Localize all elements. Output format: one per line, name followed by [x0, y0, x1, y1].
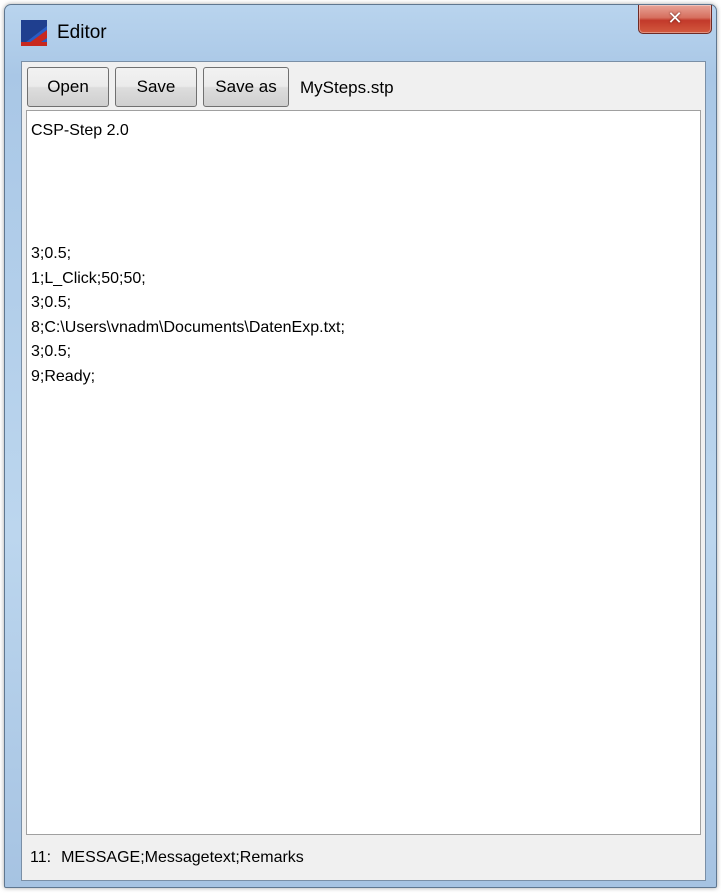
editor-window: Editor ✕ Open Save Save as MySteps.stp C… — [4, 4, 717, 888]
client-area: Open Save Save as MySteps.stp CSP-Step 2… — [21, 61, 706, 881]
editor-line: 9;Ready; — [31, 367, 96, 385]
save-button[interactable]: Save — [115, 67, 197, 107]
status-bar: 11: MESSAGE;Messagetext;Remarks — [26, 840, 701, 876]
toolbar: Open Save Save as MySteps.stp — [22, 62, 705, 112]
close-button[interactable]: ✕ — [638, 5, 712, 34]
editor-line: 3;0.5; — [31, 294, 72, 312]
editor-line: 1;L_Click;50;50; — [31, 269, 146, 287]
status-line-number: 11: — [30, 849, 52, 866]
editor-textarea[interactable]: CSP-Step 2.0 3;0.5; 1;L_Click;50;50; 3;0.5;… — [26, 110, 701, 835]
close-icon: ✕ — [667, 8, 683, 29]
title-bar[interactable]: Editor ✕ — [5, 5, 716, 57]
editor-line: CSP-Step 2.0 — [31, 122, 129, 139]
filename-label: MySteps.stp — [300, 78, 394, 97]
editor-line: 3;0.5; — [31, 343, 72, 361]
app-logo-icon — [21, 20, 47, 46]
editor-line: 3;0.5; — [31, 244, 72, 262]
editor-line: 8;C:\Users\vnadm\Documents\DatenExp.txt; — [31, 318, 345, 336]
status-text: MESSAGE;Messagetext;Remarks — [61, 849, 304, 866]
save-as-button[interactable]: Save as — [203, 67, 289, 107]
window-title: Editor — [57, 22, 107, 43]
open-button[interactable]: Open — [27, 67, 109, 107]
